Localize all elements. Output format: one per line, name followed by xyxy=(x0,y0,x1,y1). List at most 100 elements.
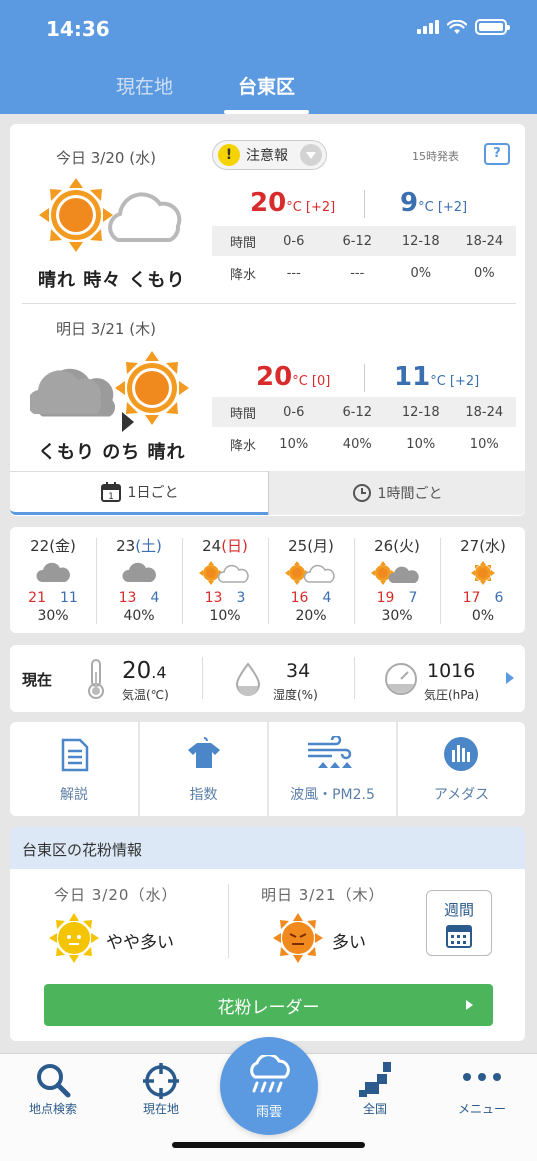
calendar-grid-icon xyxy=(446,925,472,948)
weekly-day[interactable]: 26(火) 19 7 30% xyxy=(354,527,440,633)
warning-button[interactable]: ! 注意報 xyxy=(212,140,327,170)
weekly-day[interactable]: 25(月) 16 4 20% xyxy=(268,527,354,633)
battery-icon xyxy=(475,19,510,35)
tab-daily[interactable]: 1 1日ごと xyxy=(10,471,268,515)
pollen-sun-face-icon xyxy=(49,913,99,963)
current-pressure: 1016 xyxy=(427,660,476,682)
precip-cell: 40% xyxy=(342,436,372,452)
day-divider xyxy=(22,303,516,304)
menu-amedas-button[interactable]: アメダス xyxy=(398,722,525,816)
weekly-divider xyxy=(354,538,355,624)
today-high-diff: [+2] xyxy=(305,200,336,215)
menu-index-button[interactable]: 指数 xyxy=(140,722,267,816)
pollen-weekly-button[interactable]: 週間 xyxy=(426,890,492,956)
menu-label: 波風・PM2.5 xyxy=(290,787,375,803)
sun-darkcloud-icon xyxy=(354,560,440,586)
help-icon[interactable]: ? xyxy=(484,143,510,165)
weekly-day[interactable]: 24(日) 13 3 10% xyxy=(182,527,268,633)
tab-taito-ku[interactable]: 台東区 xyxy=(223,72,310,114)
current-temp-label: 気温(℃) xyxy=(122,688,169,702)
tab-current-location[interactable]: 現在地 xyxy=(116,72,173,99)
weekly-divider xyxy=(182,538,183,624)
weekly-day[interactable]: 23(土) 13 4 40% xyxy=(96,527,182,633)
tab-hourly-label: 1時間ごと xyxy=(377,486,443,502)
tomorrow-high: 20°C [0] xyxy=(256,362,330,392)
menu-wave-pm25-button[interactable]: 波風・PM2.5 xyxy=(269,722,396,816)
weekly-weekday: (日) xyxy=(221,537,248,555)
tomorrow-high-value: 20 xyxy=(256,362,293,392)
current-humidity-label: 湿度(%) xyxy=(273,688,318,702)
nav-label: メニュー xyxy=(457,1102,506,1116)
weekly-day[interactable]: 27(水) 17 6 0% xyxy=(440,527,526,633)
weekly-high: 21 xyxy=(28,590,46,606)
location-tabs: 現在地 台東区 xyxy=(0,72,537,114)
temp-divider xyxy=(364,364,365,392)
weekly-day-number: 23 xyxy=(116,537,136,555)
weekly-low: 11 xyxy=(60,590,78,606)
weekly-day-number: 25 xyxy=(288,537,308,555)
weekly-pop: 40% xyxy=(123,608,155,624)
weekly-low: 6 xyxy=(494,590,504,606)
sun-cloud-icon xyxy=(268,560,354,586)
chevron-down-icon xyxy=(300,144,322,166)
weekly-day-number: 24 xyxy=(202,537,222,555)
weekly-pop: 20% xyxy=(295,608,327,624)
today-high-value: 20 xyxy=(250,188,287,218)
period-cell: 12-18 xyxy=(401,404,440,420)
weekly-weekday: (水) xyxy=(479,537,506,555)
period-cell: 6-12 xyxy=(342,233,372,249)
clock-icon xyxy=(352,484,371,502)
pollen-angry-sun-icon xyxy=(273,913,323,963)
weekly-low: 3 xyxy=(236,590,246,606)
tab-hourly[interactable]: 1時間ごと xyxy=(268,471,525,515)
weekly-date: 24(日) xyxy=(182,535,268,556)
tab-daily-label: 1日ごと xyxy=(127,485,179,501)
weekly-pop: 30% xyxy=(37,608,69,624)
menu-commentary-button[interactable]: 解説 xyxy=(10,722,138,816)
weekly-date: 26(火) xyxy=(354,535,440,556)
period-cell: 0-6 xyxy=(283,404,305,420)
precip-cell: 10% xyxy=(279,436,309,452)
warning-label: 注意報 xyxy=(246,148,288,164)
cloud-icon xyxy=(96,560,182,586)
home-indicator xyxy=(172,1142,365,1148)
divider xyxy=(202,657,203,699)
weekly-temps: 13 3 xyxy=(182,590,268,606)
sun-cloud-large-icon xyxy=(39,178,182,252)
weekly-pop: 0% xyxy=(471,608,495,624)
nav-rain-cloud-button[interactable]: 雨雲 xyxy=(220,1037,318,1135)
pollen-radar-button[interactable]: 花粉レーダー xyxy=(44,984,493,1026)
warning-icon: ! xyxy=(218,144,240,166)
nav-rain-label: 雨雲 xyxy=(255,1105,282,1120)
today-date: 今日 3/20 (水) xyxy=(56,149,156,167)
menu-label: 指数 xyxy=(189,787,218,803)
precip-cell: 0% xyxy=(473,265,495,281)
weekly-temps: 21 11 xyxy=(10,590,96,606)
period-cell: 18-24 xyxy=(465,233,504,249)
weekly-high: 16 xyxy=(290,590,309,606)
period-row: 時間 0-6 6-12 12-18 18-24 xyxy=(212,397,516,427)
precip-cell: 10% xyxy=(406,436,436,452)
today-low: 9°C [+2] xyxy=(400,188,467,218)
issued-time: 15時発表 xyxy=(412,150,459,163)
today-precip-table: 時間 0-6 6-12 12-18 18-24 降水 --- --- 0% 0% xyxy=(212,226,516,288)
weekly-divider xyxy=(96,538,97,624)
amedas-icon xyxy=(444,737,478,771)
current-temp-int: 20 xyxy=(122,658,152,684)
humidity-drop-icon xyxy=(235,662,261,696)
weekly-day[interactable]: 22(金) 21 11 30% xyxy=(10,527,96,633)
weekly-high: 13 xyxy=(118,590,137,606)
today-low-value: 9 xyxy=(400,188,419,218)
sun-icon xyxy=(440,560,526,586)
calendar-icon: 1 xyxy=(100,482,121,502)
weekly-high: 19 xyxy=(376,590,395,606)
weekly-low: 4 xyxy=(322,590,332,606)
chevron-right-icon[interactable] xyxy=(506,672,514,684)
period-cell: 12-18 xyxy=(401,233,440,249)
menu-label: アメダス xyxy=(433,787,490,803)
weekly-date: 23(土) xyxy=(96,535,182,556)
weekly-day-number: 26 xyxy=(374,537,394,555)
thermometer-icon xyxy=(88,659,104,699)
wind-wave-icon xyxy=(308,736,352,768)
weekly-temps: 17 6 xyxy=(440,590,526,606)
